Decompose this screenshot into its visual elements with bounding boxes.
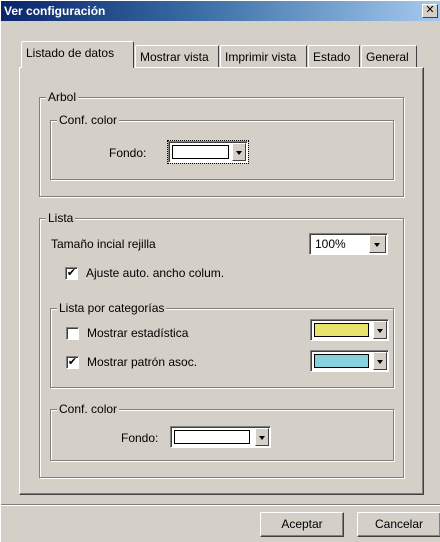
tab-label: General bbox=[366, 50, 409, 64]
mostrar-patron-label: Mostrar patrón asoc. bbox=[87, 355, 198, 369]
cancelar-button[interactable]: Cancelar bbox=[357, 512, 440, 537]
title-bar: Ver configuración ✕ bbox=[1, 1, 440, 21]
patron-color-picker[interactable] bbox=[310, 350, 389, 372]
arbol-fondo-color-picker[interactable] bbox=[168, 141, 248, 163]
tab-listado-de-datos[interactable]: Listado de datos bbox=[21, 41, 134, 68]
chevron-down-icon bbox=[255, 428, 269, 446]
mostrar-patron-checkbox[interactable]: ✔ bbox=[66, 356, 79, 369]
fondo-label: Fondo: bbox=[121, 431, 159, 445]
ajuste-auto-label: Ajuste auto. ancho colum. bbox=[86, 266, 225, 280]
aceptar-button[interactable]: Aceptar bbox=[260, 512, 344, 537]
group-arbol-legend: Arbol bbox=[46, 90, 79, 104]
mostrar-estadistica-checkbox[interactable] bbox=[66, 327, 79, 340]
window-title: Ver configuración bbox=[4, 4, 106, 18]
color-swatch bbox=[314, 354, 369, 368]
group-conf-color-legend: Conf. color bbox=[57, 402, 120, 416]
tab-mostrar-vista[interactable]: Mostrar vista bbox=[135, 45, 219, 67]
mostrar-estadistica-label: Mostrar estadística bbox=[87, 326, 189, 340]
close-button[interactable]: ✕ bbox=[422, 4, 438, 18]
chevron-down-icon bbox=[369, 235, 386, 253]
cancelar-label: Cancelar bbox=[374, 517, 424, 531]
color-swatch bbox=[314, 323, 369, 337]
estadistica-color-picker[interactable] bbox=[310, 319, 389, 341]
checkmark-icon: ✔ bbox=[67, 356, 78, 368]
tamano-rejilla-value: 100% bbox=[315, 237, 346, 251]
config-dialog: Ver configuración ✕ Listado de datos Mos… bbox=[0, 0, 440, 542]
aceptar-label: Aceptar bbox=[281, 517, 323, 531]
tab-imprimir-vista[interactable]: Imprimir vista bbox=[220, 45, 307, 67]
tab-general[interactable]: General bbox=[361, 45, 417, 67]
tab-label: Estado bbox=[313, 50, 351, 64]
lista-fondo-color-picker[interactable] bbox=[170, 426, 271, 448]
chevron-down-icon bbox=[232, 143, 246, 161]
button-divider bbox=[1, 504, 440, 506]
ajuste-auto-checkbox[interactable]: ✔ bbox=[65, 267, 78, 280]
tab-label: Imprimir vista bbox=[225, 50, 297, 64]
tamano-rejilla-select[interactable]: 100% bbox=[309, 233, 388, 255]
tamano-rejilla-label: Tamaño incial rejilla bbox=[51, 237, 156, 251]
fondo-label: Fondo: bbox=[109, 146, 147, 160]
checkmark-icon: ✔ bbox=[66, 267, 77, 279]
chevron-down-icon bbox=[373, 321, 387, 339]
close-icon: ✕ bbox=[425, 4, 435, 16]
chevron-down-icon bbox=[373, 352, 387, 370]
tab-label: Mostrar vista bbox=[140, 50, 209, 64]
group-categorias-legend: Lista por categorías bbox=[57, 301, 167, 315]
group-conf-color-legend: Conf. color bbox=[57, 113, 120, 127]
group-lista-legend: Lista bbox=[46, 211, 76, 225]
tab-label: Listado de datos bbox=[26, 46, 115, 60]
color-swatch bbox=[174, 430, 250, 444]
color-swatch bbox=[172, 145, 229, 159]
tab-estado[interactable]: Estado bbox=[308, 45, 360, 67]
